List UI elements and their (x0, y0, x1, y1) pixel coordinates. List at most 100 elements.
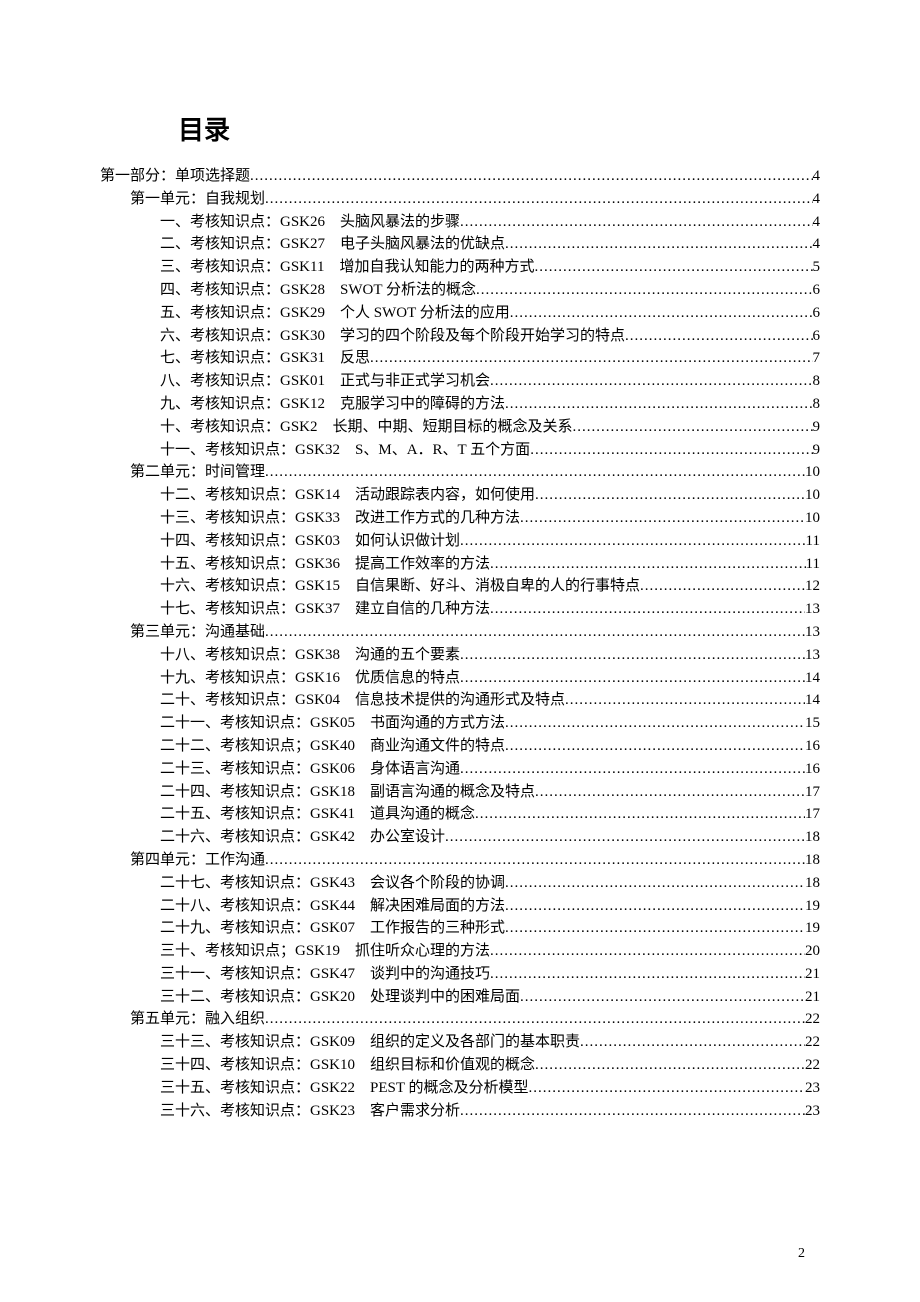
toc-entry-label: 十二、考核知识点：GSK14 (160, 484, 340, 507)
toc-entry: 三十三、考核知识点：GSK09 组织的定义及各部门的基本职责22 (160, 1031, 820, 1054)
toc-entry: 二十一、考核知识点：GSK05 书面沟通的方式方法15 (160, 712, 820, 735)
toc-entry-desc: 办公室设计 (370, 826, 445, 849)
toc-entry-desc: S、M、A．R、T 五个方面 (355, 439, 530, 462)
toc-entry: 二十五、考核知识点：GSK41 道具沟通的概念17 (160, 803, 820, 826)
toc-entry: 第二单元：时间管理10 (130, 461, 820, 484)
toc-entry-page: 9 (813, 439, 821, 462)
toc-entry-page: 15 (805, 712, 820, 735)
toc-entry-page: 10 (805, 461, 820, 484)
toc-entry: 五、考核知识点：GSK29 个人 SWOT 分析法的应用6 (160, 302, 820, 325)
toc-entry-label: 十三、考核知识点：GSK33 (160, 507, 340, 530)
toc-entry-page: 16 (805, 758, 820, 781)
toc-entry-desc: 沟通的五个要素 (355, 644, 460, 667)
page-content: 目录 第一部分：单项选择题4第一单元：自我规划4一、考核知识点：GSK26 头脑… (0, 0, 920, 1122)
toc-entry-desc: 自信果断、好斗、消极自卑的人的行事特点 (355, 575, 640, 598)
toc-entry: 十二、考核知识点：GSK14 活动跟踪表内容，如何使用10 (160, 484, 820, 507)
toc-entry-label: 第五单元：融入组织 (130, 1008, 265, 1031)
toc-entry: 十六、考核知识点：GSK15 自信果断、好斗、消极自卑的人的行事特点12 (160, 575, 820, 598)
toc-entry-label: 第一单元：自我规划 (130, 188, 265, 211)
toc-leader-dots (505, 233, 812, 256)
toc-list: 第一部分：单项选择题4第一单元：自我规划4一、考核知识点：GSK26 头脑风暴法… (100, 165, 820, 1122)
toc-entry-page: 14 (805, 667, 820, 690)
toc-entry-desc: 组织的定义及各部门的基本职责 (370, 1031, 580, 1054)
toc-entry-label: 八、考核知识点：GSK01 (160, 370, 325, 393)
toc-leader-dots (573, 416, 813, 439)
toc-entry-page: 9 (813, 416, 821, 439)
toc-entry-page: 6 (813, 325, 821, 348)
toc-entry-label: 第一部分：单项选择题 (100, 165, 250, 188)
toc-entry-label: 三十四、考核知识点：GSK10 (160, 1054, 355, 1077)
toc-entry-page: 16 (805, 735, 820, 758)
toc-entry: 九、考核知识点：GSK12 克服学习中的障碍的方法8 (160, 393, 820, 416)
toc-entry: 八、考核知识点：GSK01 正式与非正式学习机会 8 (160, 370, 820, 393)
toc-entry-desc: 克服学习中的障碍的方法 (340, 393, 505, 416)
toc-entry-page: 23 (805, 1100, 820, 1123)
toc-entry: 第五单元：融入组织22 (130, 1008, 820, 1031)
toc-leader-dots (535, 781, 805, 804)
toc-entry-desc: 商业沟通文件的特点 (370, 735, 505, 758)
toc-entry: 第一部分：单项选择题 4 (100, 165, 820, 188)
toc-entry-desc: 个人 SWOT 分析法的应用 (340, 302, 510, 325)
toc-entry: 十一、考核知识点：GSK32 S、M、A．R、T 五个方面9 (160, 439, 820, 462)
toc-entry-page: 5 (813, 256, 821, 279)
toc-entry-desc: 客户需求分析 (370, 1100, 460, 1123)
toc-entry-desc: 会议各个阶段的协调 (370, 872, 505, 895)
toc-entry-page: 13 (805, 621, 820, 644)
toc-entry: 十八、考核知识点：GSK38 沟通的五个要素13 (160, 644, 820, 667)
toc-entry-label: 二十三、考核知识点：GSK06 (160, 758, 355, 781)
toc-entry-page: 13 (805, 598, 820, 621)
toc-leader-dots (490, 963, 805, 986)
toc-leader-dots (529, 1077, 805, 1100)
toc-entry-page: 20 (805, 940, 820, 963)
toc-entry-page: 8 (813, 370, 821, 393)
toc-leader-dots (265, 1008, 805, 1031)
toc-leader-dots (535, 484, 805, 507)
toc-entry-page: 21 (805, 986, 820, 1009)
toc-entry: 二、考核知识点：GSK27 电子头脑风暴法的优缺点4 (160, 233, 820, 256)
toc-entry-page: 4 (813, 233, 821, 256)
toc-leader-dots (460, 667, 805, 690)
toc-leader-dots (535, 1054, 805, 1077)
toc-entry-page: 10 (805, 484, 820, 507)
toc-entry-desc: 改进工作方式的几种方法 (355, 507, 520, 530)
toc-entry-label: 四、考核知识点：GSK28 (160, 279, 325, 302)
toc-entry-desc: 正式与非正式学习机会 (340, 370, 490, 393)
toc-entry-desc: SWOT 分析法的概念 (340, 279, 476, 302)
toc-entry-label: 三、考核知识点：GSK11 (160, 256, 324, 279)
toc-leader-dots (625, 325, 812, 348)
toc-entry-page: 11 (806, 530, 820, 553)
toc-entry: 一、考核知识点：GSK26 头脑风暴法的步骤4 (160, 211, 820, 234)
toc-entry-page: 4 (813, 211, 821, 234)
toc-entry-desc: 增加自我认知能力的两种方式 (339, 256, 534, 279)
toc-entry-page: 7 (813, 347, 821, 370)
toc-entry-label: 二十一、考核知识点：GSK05 (160, 712, 355, 735)
toc-entry: 七、考核知识点：GSK31 反思 7 (160, 347, 820, 370)
toc-entry-label: 六、考核知识点：GSK30 (160, 325, 325, 348)
toc-entry-desc: 反思 (340, 347, 370, 370)
toc-entry-label: 三十六、考核知识点：GSK23 (160, 1100, 355, 1123)
toc-entry-page: 14 (805, 689, 820, 712)
toc-entry-label: 二十四、考核知识点：GSK18 (160, 781, 355, 804)
toc-leader-dots (445, 826, 805, 849)
toc-leader-dots (460, 758, 805, 781)
toc-entry-page: 17 (805, 803, 820, 826)
toc-entry-label: 二、考核知识点：GSK27 (160, 233, 325, 256)
toc-entry-desc: 组织目标和价值观的概念 (370, 1054, 535, 1077)
toc-entry-page: 4 (813, 165, 821, 188)
toc-entry-page: 11 (806, 553, 820, 576)
toc-entry-label: 二十八、考核知识点：GSK44 (160, 895, 355, 918)
toc-entry-page: 12 (805, 575, 820, 598)
toc-entry-label: 十八、考核知识点：GSK38 (160, 644, 340, 667)
toc-leader-dots (530, 439, 812, 462)
toc-entry-label: 二十九、考核知识点：GSK07 (160, 917, 355, 940)
toc-entry-label: 十四、考核知识点：GSK03 (160, 530, 340, 553)
toc-entry: 四、考核知识点：GSK28 SWOT 分析法的概念6 (160, 279, 820, 302)
toc-entry-page: 21 (805, 963, 820, 986)
toc-entry: 二十二、考核知识点；GSK40 商业沟通文件的特点16 (160, 735, 820, 758)
toc-entry: 二十七、考核知识点：GSK43 会议各个阶段的协调18 (160, 872, 820, 895)
toc-entry-label: 三十、考核知识点；GSK19 (160, 940, 340, 963)
toc-entry-label: 七、考核知识点：GSK31 (160, 347, 325, 370)
toc-entry: 十、考核知识点：GSK2 长期、中期、短期目标的概念及关系9 (160, 416, 820, 439)
toc-leader-dots (520, 986, 805, 1009)
toc-entry-desc: 头脑风暴法的步骤 (340, 211, 460, 234)
